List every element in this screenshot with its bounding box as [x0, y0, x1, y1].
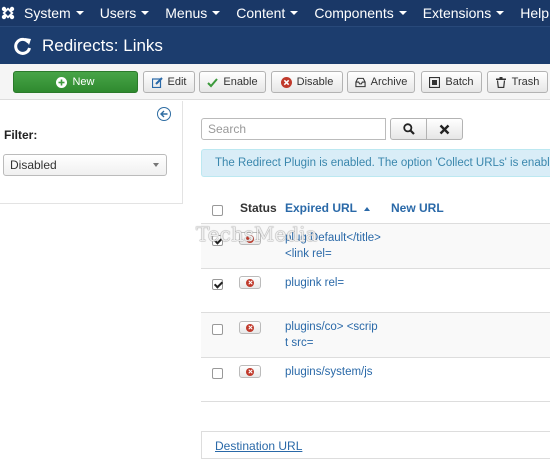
- plus-circle-icon: [56, 76, 68, 88]
- refresh-arrow-icon: [12, 35, 34, 57]
- checkmark-icon: [207, 77, 219, 88]
- chevron-down-icon: [212, 11, 221, 15]
- expired-url-link[interactable]: plugins/co> <scrip t src=: [285, 319, 385, 351]
- expired-url-line: t src=: [285, 337, 314, 349]
- plugin-info-alert: The Redirect Plugin is enabled. The opti…: [201, 149, 550, 177]
- menu-label: Help: [520, 5, 549, 21]
- edit-icon: [151, 76, 163, 88]
- toolbar: New Edit Enable Disable Archive Batch Tr…: [0, 64, 550, 100]
- filter-selected-value: Disabled: [10, 158, 57, 172]
- menu-content[interactable]: Content: [228, 0, 306, 26]
- disabled-status-icon: [246, 278, 254, 287]
- chevron-down-icon: [141, 11, 150, 15]
- row-checkbox[interactable]: [212, 368, 223, 379]
- expired-url-link[interactable]: plugins/system/js: [285, 364, 385, 380]
- page-title: Redirects: Links: [42, 35, 163, 55]
- chevron-down-icon: [75, 11, 84, 15]
- expired-url-link[interactable]: plugink rel=: [285, 275, 385, 291]
- menu-users[interactable]: Users: [92, 0, 158, 26]
- disabled-status-icon: [246, 234, 254, 243]
- row-checkbox[interactable]: [212, 279, 223, 290]
- filter-label: Filter:: [4, 128, 38, 142]
- status-column-header[interactable]: Status: [240, 201, 277, 215]
- menu-label: System: [24, 5, 71, 21]
- search-placeholder: Search: [208, 122, 247, 136]
- status-toggle-button[interactable]: [239, 276, 261, 289]
- new-button[interactable]: New: [13, 71, 138, 93]
- new-url-column-header[interactable]: New URL: [391, 201, 444, 215]
- expired-url-column-header[interactable]: Expired URL: [285, 201, 371, 215]
- menu-system[interactable]: System: [16, 0, 92, 26]
- menu-label: Components: [314, 5, 394, 21]
- status-filter-select[interactable]: Disabled: [3, 154, 167, 176]
- joomla-logo-icon[interactable]: [0, 0, 16, 26]
- search-input[interactable]: Search: [201, 118, 386, 140]
- expired-url-line: plugins/system/js: [285, 366, 373, 378]
- chevron-down-icon: [398, 11, 407, 15]
- chevron-down-icon: [153, 163, 159, 167]
- menu-label: Extensions: [422, 5, 492, 21]
- expired-url-line: plugink rel=: [285, 277, 345, 289]
- disabled-status-icon: [246, 367, 254, 376]
- enable-button[interactable]: Enable: [199, 71, 266, 93]
- menu-help[interactable]: Help: [512, 0, 550, 26]
- menu-label: Content: [236, 5, 286, 21]
- batch-button[interactable]: Batch: [421, 71, 482, 93]
- menu-menus[interactable]: Menus: [157, 0, 228, 26]
- search-button[interactable]: [390, 118, 427, 140]
- row-checkbox[interactable]: [212, 235, 223, 246]
- expired-url-line: plug Default</title>: [285, 232, 381, 244]
- select-all-checkbox[interactable]: [212, 205, 223, 216]
- page-header: Redirects: Links: [0, 26, 550, 64]
- destination-url-link[interactable]: Destination URL: [215, 439, 302, 453]
- top-menu-bar: System Users Menus Content Components Ex…: [0, 0, 550, 26]
- batch-button-label: Batch: [445, 76, 474, 88]
- status-toggle-button[interactable]: [239, 232, 261, 245]
- x-circle-icon: [280, 76, 292, 88]
- status-toggle-button[interactable]: [239, 321, 261, 334]
- disable-button-label: Disable: [296, 76, 334, 88]
- trash-icon: [496, 76, 507, 88]
- close-icon: [439, 124, 450, 134]
- expired-url-link[interactable]: plug Default</title> <link rel=: [285, 230, 385, 262]
- search-icon: [402, 123, 415, 135]
- menu-extensions[interactable]: Extensions: [415, 0, 512, 26]
- disabled-status-icon: [246, 323, 254, 332]
- edit-button-label: Edit: [167, 76, 187, 88]
- destination-url-panel: Destination URL: [201, 431, 550, 459]
- menu-label: Users: [99, 5, 137, 21]
- archive-icon: [355, 77, 366, 88]
- enable-button-label: Enable: [223, 76, 258, 88]
- status-toggle-button[interactable]: [239, 365, 261, 378]
- menu-components[interactable]: Components: [306, 0, 414, 26]
- archive-button-label: Archive: [370, 76, 408, 88]
- chevron-down-icon: [290, 11, 299, 15]
- expired-url-header-label: Expired URL: [285, 201, 358, 215]
- archive-button[interactable]: Archive: [347, 71, 415, 93]
- alert-text: The Redirect Plugin is enabled. The opti…: [215, 157, 550, 169]
- expired-url-line: <link rel=: [285, 248, 332, 260]
- trash-button-label: Trash: [511, 76, 540, 88]
- disable-button[interactable]: Disable: [271, 71, 343, 93]
- edit-button[interactable]: Edit: [143, 71, 195, 93]
- batch-icon: [429, 76, 441, 88]
- sort-ascending-icon: [364, 206, 371, 211]
- clear-search-button[interactable]: [426, 118, 463, 140]
- new-button-label: New: [72, 76, 95, 88]
- chevron-down-icon: [496, 11, 505, 15]
- collapse-sidebar-icon[interactable]: [157, 107, 171, 121]
- trash-button[interactable]: Trash: [487, 71, 548, 93]
- row-checkbox[interactable]: [212, 324, 223, 335]
- menu-label: Menus: [165, 5, 208, 21]
- expired-url-line: plugins/co> <scrip: [285, 321, 378, 333]
- sidebar: Filter: Disabled: [0, 101, 183, 204]
